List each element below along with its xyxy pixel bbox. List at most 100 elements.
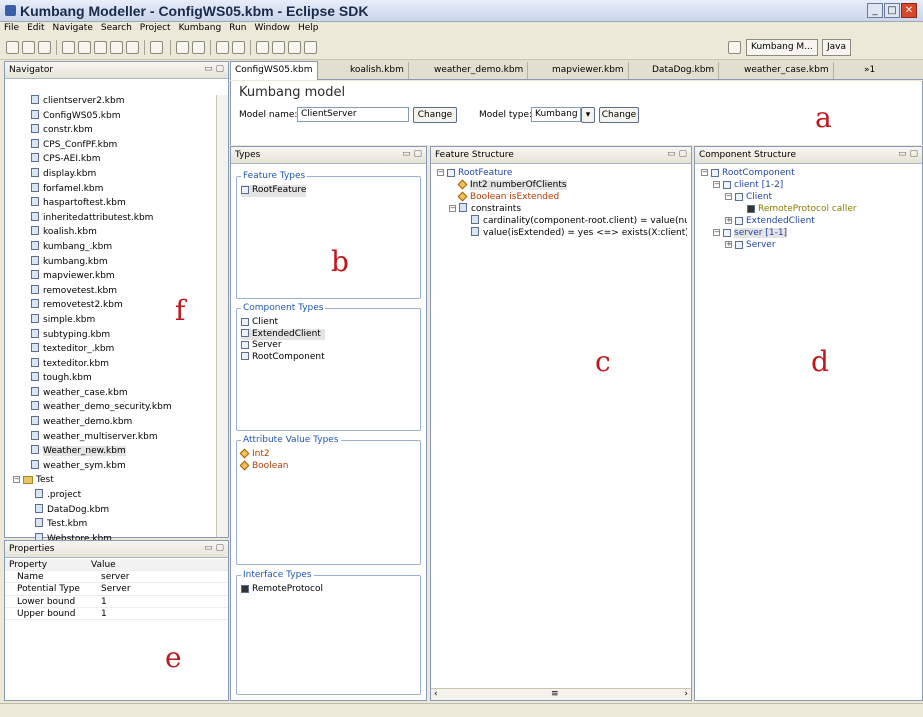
collapse-icon[interactable]: − [437, 169, 444, 176]
perspective-kumbang-button[interactable]: Kumbang M... [746, 39, 818, 56]
menu-file[interactable]: File [0, 22, 23, 33]
list-item[interactable]: koalish.kbm [13, 225, 172, 240]
list-item[interactable]: forfamel.kbm [13, 182, 172, 197]
view-menu-icon[interactable]: ▭ ▢ [204, 543, 224, 553]
list-item[interactable]: ExtendedClient [241, 328, 325, 340]
tree-node[interactable]: cardinality(component-root.client) = val… [437, 215, 687, 227]
folder-test[interactable]: − Test [13, 473, 172, 488]
list-item[interactable]: removetest.kbm [13, 284, 172, 299]
list-item[interactable]: texteditor.kbm [13, 357, 172, 372]
perspective-java-button[interactable]: Java [822, 39, 852, 56]
next-annotation-icon[interactable] [256, 41, 269, 54]
tree-node[interactable]: value(isExtended) = yes <=> exists(X:cli… [437, 227, 687, 239]
list-item[interactable]: weather_multiserver.kbm [13, 430, 172, 445]
tree-node[interactable]: − Client [701, 191, 857, 203]
paste-icon[interactable] [78, 41, 91, 54]
more-tabs-button[interactable]: »1 [860, 62, 879, 79]
menu-project[interactable]: Project [136, 22, 175, 33]
menu-help[interactable]: Help [294, 22, 323, 33]
table-row[interactable]: Potential Type Server [5, 583, 228, 596]
list-item[interactable]: mapviewer.kbm [13, 269, 172, 284]
open-perspective-icon[interactable] [728, 41, 741, 54]
close-button[interactable]: ✕ [901, 3, 917, 18]
list-item[interactable]: CPS-AEI.kbm [13, 152, 172, 167]
component-structure-tab[interactable]: Component Structure ▭ ▢ [695, 147, 922, 164]
list-item[interactable]: haspartoftest.kbm [13, 196, 172, 211]
navigator-scrollbar[interactable] [216, 95, 228, 537]
collapse-icon[interactable]: − [725, 193, 732, 200]
scroll-thumb-icon[interactable]: ≡ [551, 689, 559, 699]
list-item[interactable]: ConfigWS05.kbm [13, 109, 172, 124]
save-icon[interactable] [22, 41, 35, 54]
tab-configws05[interactable]: ConfigWS05.kbm [230, 61, 318, 80]
maximize-button[interactable]: □ [884, 3, 900, 18]
tab-mapviewer[interactable]: mapviewer.kbm [548, 62, 629, 79]
change-name-button[interactable]: Change [413, 107, 457, 123]
list-item[interactable]: DataDog.kbm [13, 503, 172, 518]
menu-kumbang[interactable]: Kumbang [175, 22, 226, 33]
list-item[interactable]: simple.kbm [13, 313, 172, 328]
collapse-icon[interactable]: − [713, 181, 720, 188]
list-item[interactable]: Test.kbm [13, 517, 172, 532]
expand-icon[interactable]: + [725, 217, 732, 224]
list-item[interactable]: kumbang_.kbm [13, 240, 172, 255]
scroll-right-icon[interactable]: › [684, 689, 688, 699]
list-item[interactable]: weather_case.kbm [13, 386, 172, 401]
list-item[interactable]: subtyping.kbm [13, 328, 172, 343]
run-icon[interactable] [176, 41, 189, 54]
tree-node[interactable]: − RootComponent [701, 167, 857, 179]
list-item[interactable]: CPS_ConfPF.kbm [13, 138, 172, 153]
list-item[interactable]: Server [241, 340, 325, 352]
pencil-icon[interactable] [216, 41, 229, 54]
list-item[interactable]: weather_sym.kbm [13, 459, 172, 474]
menu-run[interactable]: Run [225, 22, 250, 33]
search-icon[interactable] [150, 41, 163, 54]
list-item[interactable]: Boolean [239, 460, 288, 473]
tree-node[interactable]: RemoteProtocol caller [701, 203, 857, 215]
minimize-button[interactable]: _ [867, 3, 883, 18]
tree-node[interactable]: + Server [701, 239, 857, 251]
collapse-icon[interactable]: − [449, 205, 456, 212]
feature-horizontal-scrollbar[interactable]: ‹ ≡ › [431, 688, 691, 700]
back-icon[interactable] [288, 41, 301, 54]
chevron-down-icon[interactable]: ▾ [581, 107, 595, 123]
tree-node[interactable]: − server [1-1] [701, 227, 857, 239]
model-type-select[interactable]: Kumbang [531, 107, 581, 122]
list-item[interactable]: clientserver2.kbm [13, 94, 172, 109]
list-item[interactable]: inheritedattributest.kbm [13, 211, 172, 226]
view-menu-icon[interactable]: ▭ ▢ [204, 64, 224, 74]
change-type-button[interactable]: Change [599, 107, 639, 123]
tab-weather-case[interactable]: weather_case.kbm [740, 62, 834, 79]
collapse-icon[interactable]: − [713, 229, 720, 236]
debug-icon[interactable] [192, 41, 205, 54]
tree-node[interactable]: Int2 numberOfClients [437, 179, 687, 191]
list-item[interactable]: Client [241, 317, 325, 329]
table-row[interactable]: Upper bound 1 [5, 608, 228, 620]
list-item[interactable]: constr.kbm [13, 123, 172, 138]
new-icon[interactable] [6, 41, 19, 54]
tab-koalish[interactable]: koalish.kbm [346, 62, 409, 79]
table-row[interactable]: Lower bound 1 [5, 596, 228, 608]
scroll-left-icon[interactable]: ‹ [434, 689, 438, 699]
view-menu-icon[interactable]: ▭ ▢ [667, 149, 687, 159]
prev-annotation-icon[interactable] [272, 41, 285, 54]
list-item[interactable]: removetest2.kbm [13, 298, 172, 313]
types-tab[interactable]: Types ▭ ▢ [231, 147, 426, 164]
edit-icon[interactable] [232, 41, 245, 54]
list-item[interactable]: display.kbm [13, 167, 172, 182]
copy-icon[interactable] [62, 41, 75, 54]
menu-edit[interactable]: Edit [23, 22, 48, 33]
expand-icon[interactable]: + [725, 241, 732, 248]
list-item[interactable]: RemoteProtocol [241, 584, 323, 596]
tree-node[interactable]: − constraints [437, 203, 687, 215]
list-item[interactable]: .project [13, 488, 172, 503]
table-row[interactable]: Name server [5, 571, 228, 584]
tab-weather-demo[interactable]: weather_demo.kbm [430, 62, 529, 79]
menu-window[interactable]: Window [250, 22, 294, 33]
list-item[interactable]: texteditor_.kbm [13, 342, 172, 357]
list-item[interactable]: RootComponent [241, 352, 325, 364]
list-item-selected[interactable]: Weather_new.kbm [13, 444, 172, 459]
list-item[interactable]: kumbang.kbm [13, 255, 172, 270]
model-name-field[interactable]: ClientServer [297, 107, 409, 122]
tree-node[interactable]: − client [1-2] [701, 179, 857, 191]
